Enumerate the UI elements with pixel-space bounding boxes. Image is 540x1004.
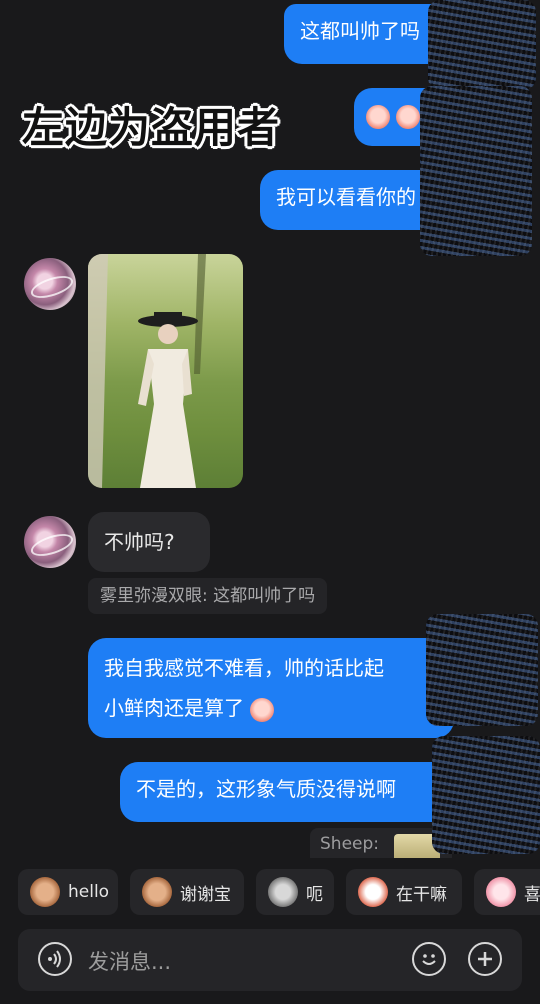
photo-message[interactable] [88, 254, 243, 488]
outgoing-message-3[interactable]: 我自我感觉不难看，帅的话比起 小鲜肉还是算了 [88, 638, 454, 738]
partial-message[interactable]: Sheep: [310, 828, 452, 858]
monkey-sticker-icon [30, 877, 60, 907]
message-composer: 发消息... [18, 929, 522, 991]
smiley-icon [422, 954, 436, 965]
incoming-message[interactable]: 不帅吗? [88, 512, 210, 572]
message-text: 这都叫帅了吗 [300, 19, 420, 43]
outgoing-message-2[interactable]: 我可以看看你的 [260, 170, 482, 230]
overlay-caption: 左边为盗用者 [22, 103, 281, 152]
thumbnail-image [394, 834, 440, 858]
add-button[interactable] [468, 942, 502, 976]
sender-avatar[interactable] [24, 258, 76, 310]
plus-icon [478, 952, 492, 966]
quoted-reply[interactable]: 雾里弥漫双眼: 这都叫帅了吗 [88, 578, 328, 614]
quick-reply-label: hello [68, 882, 110, 902]
sender-label: Sheep: [320, 834, 380, 854]
crying-emoji-icon [396, 104, 421, 129]
outgoing-message-4[interactable]: 不是的，这形象气质没得说啊 [120, 762, 454, 822]
quick-reply-label: 在干嘛 [396, 884, 447, 905]
crying-emoji-icon [366, 104, 390, 129]
quick-reply-hello[interactable]: hello [18, 869, 118, 915]
message-text: 我可以看看你的 [276, 185, 416, 209]
emoji-button[interactable] [412, 942, 446, 976]
quick-reply-xi[interactable]: 喜 [474, 869, 540, 915]
monkey-flower-sticker-icon [142, 877, 172, 907]
voice-icon [48, 950, 61, 968]
message-text: 不是的，这形象气质没得说啊 [136, 777, 396, 801]
cat-sticker-icon [268, 877, 298, 907]
crying-emoji-icon [250, 697, 275, 722]
face-sticker-icon [358, 877, 388, 907]
outgoing-emoji-message[interactable] [354, 88, 458, 146]
message-input[interactable]: 发消息... [88, 946, 171, 976]
quote-text: 雾里弥漫双眼: 这都叫帅了吗 [100, 586, 316, 606]
quick-reply-er[interactable]: 呃 [256, 869, 334, 915]
pink-face-sticker-icon [486, 877, 516, 907]
quick-reply-label: 谢谢宝 [180, 884, 231, 905]
quick-reply-label: 喜 [524, 884, 540, 905]
message-line-2: 小鲜肉还是算了 [104, 696, 244, 720]
sender-avatar[interactable] [24, 516, 76, 568]
quick-reply-label: 呃 [306, 884, 323, 905]
voice-button[interactable] [38, 942, 72, 976]
message-line-1: 我自我感觉不难看，帅的话比起 [104, 656, 384, 680]
message-text: 不帅吗? [104, 530, 175, 554]
quick-reply-doing[interactable]: 在干嘛 [346, 869, 462, 915]
quick-reply-thanks[interactable]: 谢谢宝 [130, 869, 244, 915]
outgoing-message-1[interactable]: 这都叫帅了吗 [284, 4, 476, 64]
photo-image [88, 254, 206, 488]
